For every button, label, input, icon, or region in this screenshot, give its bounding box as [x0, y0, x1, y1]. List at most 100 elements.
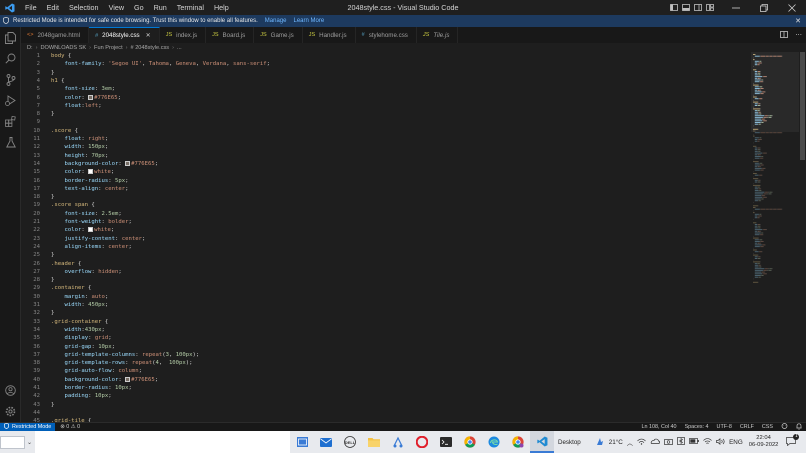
vscode-logo-icon[interactable]: [0, 0, 20, 15]
code-line[interactable]: 4 h1 {: [21, 77, 751, 85]
code-line[interactable]: 11 float: right;: [21, 135, 751, 143]
tab-tile-js[interactable]: JS Tile.js: [417, 27, 459, 43]
code-line[interactable]: 28}: [21, 276, 751, 284]
menu-run[interactable]: Run: [149, 3, 172, 12]
weather-icon[interactable]: [595, 437, 605, 448]
extensions-icon[interactable]: [0, 111, 21, 132]
encoding[interactable]: UTF-8: [717, 424, 732, 430]
code-line[interactable]: 23 justify-content: center;: [21, 235, 751, 243]
code-line[interactable]: 1 body {: [21, 52, 751, 60]
customize-layout-icon[interactable]: [704, 0, 716, 15]
code-line[interactable]: 29 .container {: [21, 284, 751, 292]
code-line[interactable]: 22 color: white;: [21, 226, 751, 234]
color-swatch[interactable]: [125, 376, 131, 382]
source-control-icon[interactable]: [0, 69, 21, 90]
tab-game-js[interactable]: JS Game.js: [254, 27, 303, 43]
menu-terminal[interactable]: Terminal: [172, 3, 209, 12]
terminal-icon[interactable]: [434, 431, 458, 453]
code-line[interactable]: 13 height: 70px;: [21, 152, 751, 160]
more-actions-icon[interactable]: ···: [795, 31, 802, 39]
menu-view[interactable]: View: [104, 3, 129, 12]
breadcrumb-file[interactable]: # 2048style.css: [131, 45, 170, 51]
screen-snip-icon[interactable]: [386, 431, 410, 453]
end-of-line[interactable]: CRLF: [740, 424, 754, 430]
toggle-primary-sidebar-icon[interactable]: [668, 0, 680, 15]
breadcrumb-project[interactable]: Fun Project: [94, 45, 123, 51]
menu-file[interactable]: File: [20, 3, 42, 12]
code-line[interactable]: 20 font-size: 2.5em;: [21, 210, 751, 218]
system-clock[interactable]: 22:04 06-09-2022: [749, 435, 779, 449]
split-editor-icon[interactable]: [780, 30, 789, 40]
code-line[interactable]: 43}: [21, 401, 751, 409]
color-swatch[interactable]: [88, 227, 94, 233]
desktop-toolbar-label[interactable]: Desktop: [558, 439, 581, 446]
minimize-icon[interactable]: [722, 0, 750, 15]
code-line[interactable]: 6 color: #776E65;: [21, 94, 751, 102]
problems-count[interactable]: ⊗ 0 ⚠ 0: [60, 424, 80, 430]
language-mode[interactable]: CSS: [762, 424, 773, 430]
bluetooth-device-icon[interactable]: [677, 437, 685, 447]
code-line[interactable]: 35 display: grid;: [21, 334, 751, 342]
battery-icon[interactable]: [689, 438, 699, 446]
code-line[interactable]: 9: [21, 118, 751, 126]
network-icon[interactable]: [637, 438, 646, 447]
close-window-icon[interactable]: [778, 0, 806, 15]
dell-icon[interactable]: DELL: [338, 431, 362, 453]
code-line[interactable]: 38 grid-template-rows: repeat(4, 100px);: [21, 359, 751, 367]
taskbar-search-box[interactable]: [0, 435, 25, 449]
tab-2048style-css[interactable]: #2048style.css ✕: [89, 27, 160, 43]
code-line[interactable]: 26 .header {: [21, 260, 751, 268]
vscode-taskbar-icon[interactable]: [530, 431, 554, 453]
code-line[interactable]: 14 background-color: #776E65;: [21, 160, 751, 168]
code-line[interactable]: 30 margin: auto;: [21, 293, 751, 301]
code-line[interactable]: 42 padding: 10px;: [21, 392, 751, 400]
code-line[interactable]: 21 font-weight: bolder;: [21, 218, 751, 226]
search-icon[interactable]: [0, 48, 21, 69]
volume-icon[interactable]: [716, 437, 725, 447]
indentation[interactable]: Spaces: 4: [685, 424, 709, 430]
code-line[interactable]: 44: [21, 409, 751, 417]
code-line[interactable]: 2 font-family: 'Segoe UI', Tahoma, Genev…: [21, 60, 751, 68]
minimap-viewport[interactable]: [751, 52, 799, 132]
code-line[interactable]: 27 overflow: hidden;: [21, 268, 751, 276]
code-line[interactable]: 40 background-color: #776E65;: [21, 376, 751, 384]
tab-stylehome-css[interactable]: # stylehome.css: [356, 27, 417, 43]
file-explorer-icon[interactable]: [362, 431, 386, 453]
code-line[interactable]: 10 .score {: [21, 127, 751, 135]
wifi-icon[interactable]: [703, 437, 712, 447]
onedrive-icon[interactable]: [650, 438, 661, 446]
notification-center-icon[interactable]: 1: [786, 433, 800, 448]
chrome-profile-icon[interactable]: [506, 431, 530, 453]
code-line[interactable]: 33 .grid-container {: [21, 318, 751, 326]
manage-gear-icon[interactable]: [0, 401, 21, 422]
code-line[interactable]: 16 border-radius: 5px;: [21, 177, 751, 185]
chrome-icon[interactable]: [458, 431, 482, 453]
code-line[interactable]: 8}: [21, 110, 751, 118]
code-line[interactable]: 17 text-align: center;: [21, 185, 751, 193]
menu-help[interactable]: Help: [209, 3, 234, 12]
toggle-secondary-sidebar-icon[interactable]: [692, 0, 704, 15]
code-line[interactable]: 7 float:left;: [21, 102, 751, 110]
tab-index-js[interactable]: JS index.js: [160, 27, 207, 43]
code-line[interactable]: 15 color: white;: [21, 168, 751, 176]
code-line[interactable]: 25}: [21, 251, 751, 259]
edge-icon[interactable]: [482, 431, 506, 453]
menu-selection[interactable]: Selection: [64, 3, 104, 12]
code-line[interactable]: 39 grid-auto-flow: column;: [21, 367, 751, 375]
camera-icon[interactable]: [664, 438, 673, 447]
code-line[interactable]: 24 align-items: center;: [21, 243, 751, 251]
breadcrumb-folder[interactable]: DOWNLOADS SK: [40, 45, 86, 51]
code-editor[interactable]: 1 body {2 font-family: 'Segoe UI', Tahoma…: [21, 52, 751, 422]
color-swatch[interactable]: [88, 94, 94, 100]
code-line[interactable]: 19 .score span {: [21, 201, 751, 209]
chevron-down-icon[interactable]: ⌄: [27, 439, 35, 446]
explorer-icon[interactable]: [0, 27, 21, 48]
breadcrumb-symbol[interactable]: ...: [177, 45, 182, 51]
code-line[interactable]: 3}: [21, 69, 751, 77]
feedback-icon[interactable]: [781, 423, 788, 431]
temperature[interactable]: 21°C: [609, 439, 623, 446]
code-line[interactable]: 34 width:430px;: [21, 326, 751, 334]
code-line[interactable]: 5 font-size: 3em;: [21, 85, 751, 93]
chevron-up-icon[interactable]: ︿: [627, 438, 633, 447]
testing-flask-icon[interactable]: [0, 132, 21, 153]
